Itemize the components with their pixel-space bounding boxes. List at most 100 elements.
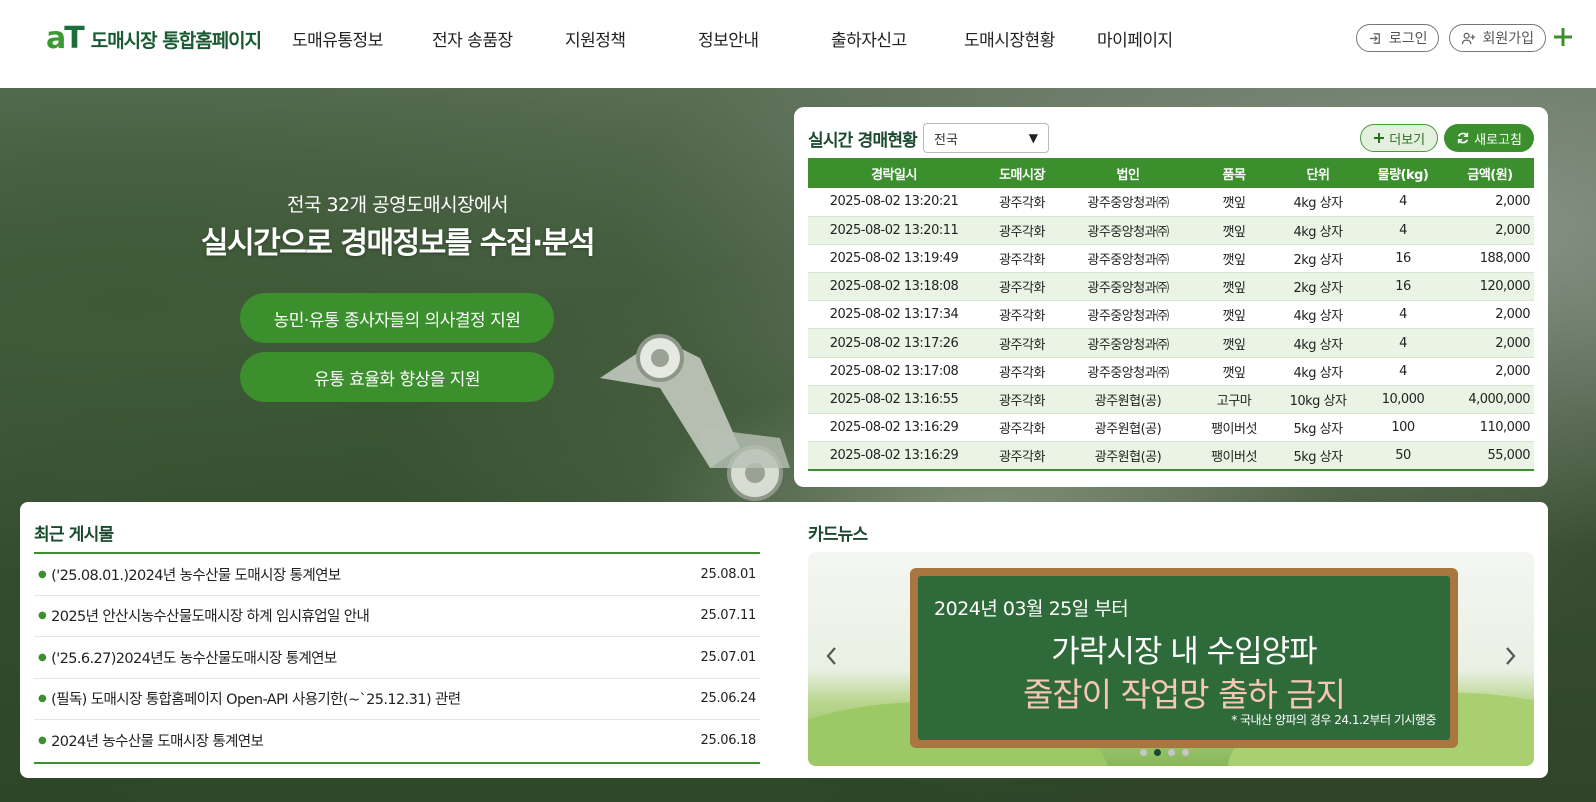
card-news-slide[interactable]: 2024년 03월 25일 부터 가락시장 내 수입양파 줄잡이 작업망 출하 … — [808, 552, 1534, 766]
auction-table: 경락일시 도매시장 법인 품목 단위 물량(kg) 금액(원) 2025-08-… — [808, 158, 1534, 471]
cell-corporation: 광주중앙청과㈜ — [1064, 216, 1192, 245]
add-user-icon — [1462, 32, 1476, 44]
login-icon — [1369, 32, 1380, 44]
post-date: 25.06.24 — [700, 691, 757, 707]
site-header: aT 도매시장 통합홈페이지 도매유통정보 전자 송품장 지원정책 정보안내 출… — [0, 0, 1596, 88]
bottom-panel: 최근 게시물 ● ('25.08.01.)2024년 농수산물 도매시장 통계연보… — [20, 502, 1548, 778]
cell-time: 2025-08-02 13:20:11 — [808, 216, 980, 245]
cell-quantity: 4 — [1360, 357, 1446, 386]
cell-time: 2025-08-02 13:16:29 — [808, 413, 980, 443]
cell-item: 깻잎 — [1192, 216, 1276, 245]
table-row: 2025-08-02 13:16:29 광주각화 광주원협(공) 팽이버섯 5kg 상자… — [808, 413, 1534, 443]
cell-corporation: 광주원협(공) — [1064, 413, 1192, 443]
col-header-market: 도매시장 — [980, 158, 1064, 188]
cell-unit: 4kg 상자 — [1276, 328, 1360, 358]
table-row: 2025-08-02 13:17:26 광주각화 광주중앙청과㈜ 깻잎 4kg 상자 4 2… — [808, 328, 1534, 358]
post-title: ('25.6.27)2024년도 농수산물도매시장 통계연보 — [51, 650, 337, 667]
login-label: 로그인 — [1388, 31, 1428, 47]
cell-time: 2025-08-02 13:17:08 — [808, 357, 980, 386]
cell-item: 깻잎 — [1192, 300, 1276, 330]
nav-item-shipper-report[interactable]: 출하자신고 — [831, 26, 964, 51]
list-item[interactable]: ● 2024년 농수산물 도매시장 통계연보 25.06.18 — [34, 720, 760, 762]
cell-amount: 188,000 — [1446, 244, 1534, 274]
cell-corporation: 광주중앙청과㈜ — [1064, 188, 1192, 217]
auction-panel-header: 실시간 경매현황 전국 ▼ 더보기 새로고침 — [808, 123, 1534, 153]
cell-amount: 4,000,000 — [1446, 385, 1534, 415]
cell-market: 광주각화 — [980, 385, 1064, 415]
slide-dot[interactable] — [1168, 749, 1175, 756]
refresh-button[interactable]: 새로고침 — [1444, 124, 1534, 152]
cell-amount: 2,000 — [1446, 300, 1534, 330]
plus-icon — [1374, 133, 1385, 143]
all-menu-plus-icon[interactable] — [1552, 26, 1574, 48]
hero-button-efficiency[interactable]: 유통 효율화 향상을 지원 — [240, 352, 554, 402]
auction-actions: 더보기 새로고침 — [1360, 124, 1534, 152]
list-item[interactable]: ● 2025년 안산시농수산물도매시장 하계 임시휴업일 안내 25.07.11 — [34, 596, 760, 637]
hero-subtitle: 전국 32개 공영도매시장에서 — [286, 194, 509, 216]
cell-corporation: 광주원협(공) — [1064, 441, 1192, 471]
cell-quantity: 4 — [1360, 216, 1446, 245]
cell-item: 고구마 — [1192, 385, 1276, 415]
realtime-auction-panel: 실시간 경매현황 전국 ▼ 더보기 새로고침 경락일시 도매시장 법인 품목 단… — [794, 107, 1548, 487]
cell-time: 2025-08-02 13:18:08 — [808, 272, 980, 302]
cell-corporation: 광주중앙청과㈜ — [1064, 272, 1192, 302]
table-row: 2025-08-02 13:17:34 광주각화 광주중앙청과㈜ 깻잎 4kg 상자 4 2… — [808, 300, 1534, 330]
cell-unit: 2kg 상자 — [1276, 272, 1360, 302]
list-item[interactable]: ● ('25.6.27)2024년도 농수산물도매시장 통계연보 25.07.01 — [34, 637, 760, 679]
hero-button-decision-support[interactable]: 농민·유통 종사자들의 의사결정 지원 — [240, 293, 554, 343]
slide-dot-active[interactable] — [1154, 749, 1161, 756]
nav-item-e-invoice[interactable]: 전자 송품장 — [432, 26, 565, 51]
main-nav: 도매유통정보 전자 송품장 지원정책 정보안내 출하자신고 도매시장현황 마이페… — [292, 26, 1230, 51]
post-title: 2024년 농수산물 도매시장 통계연보 — [51, 734, 264, 751]
cell-corporation: 광주중앙청과㈜ — [1064, 357, 1192, 386]
cell-quantity: 16 — [1360, 244, 1446, 274]
recent-posts-title: 최근 게시물 — [34, 525, 114, 545]
cell-unit: 5kg 상자 — [1276, 413, 1360, 443]
cell-item: 팽이버섯 — [1192, 441, 1276, 471]
cell-amount: 2,000 — [1446, 216, 1534, 245]
col-header-unit: 단위 — [1276, 158, 1360, 188]
chevron-left-icon[interactable] — [822, 644, 842, 668]
cell-market: 광주각화 — [980, 300, 1064, 330]
nav-item-information[interactable]: 정보안내 — [698, 26, 831, 51]
nav-item-mypage[interactable]: 마이페이지 — [1097, 26, 1230, 51]
card-news-section: 카드뉴스 2024년 03월 25일 부터 가락시장 내 수입양파 줄잡이 작업… — [808, 520, 1534, 766]
post-date: 25.07.11 — [700, 608, 757, 624]
bullet-icon: ● — [38, 693, 47, 705]
post-title: 2025년 안산시농수산물도매시장 하계 임시휴업일 안내 — [51, 609, 370, 626]
cell-time: 2025-08-02 13:17:34 — [808, 300, 980, 330]
bullet-icon: ● — [38, 610, 47, 622]
region-select[interactable]: 전국 ▼ — [923, 123, 1049, 153]
table-row: 2025-08-02 13:20:11 광주각화 광주중앙청과㈜ 깻잎 4kg 상자 4 2… — [808, 216, 1534, 245]
cell-unit: 5kg 상자 — [1276, 441, 1360, 471]
cell-time: 2025-08-02 13:16:55 — [808, 385, 980, 415]
table-row: 2025-08-02 13:20:21 광주각화 광주중앙청과㈜ 깻잎 4kg 상자 4 2… — [808, 188, 1534, 217]
nav-item-support-policy[interactable]: 지원정책 — [565, 26, 698, 51]
more-button[interactable]: 더보기 — [1360, 124, 1439, 152]
signup-button[interactable]: 회원가입 — [1449, 24, 1546, 52]
at-logo-mark: aT — [46, 21, 85, 56]
nav-item-wholesale-info[interactable]: 도매유통정보 — [292, 26, 432, 51]
cell-market: 광주각화 — [980, 328, 1064, 358]
login-button[interactable]: 로그인 — [1355, 24, 1440, 52]
cell-unit: 4kg 상자 — [1276, 357, 1360, 386]
post-date: 25.07.01 — [700, 649, 757, 665]
slide-dot[interactable] — [1140, 749, 1147, 756]
signup-label: 회원가입 — [1482, 31, 1534, 47]
col-header-item: 품목 — [1192, 158, 1276, 188]
recent-posts-section: 최근 게시물 ● ('25.08.01.)2024년 농수산물 도매시장 통계연보… — [34, 520, 760, 764]
nav-item-market-status[interactable]: 도매시장현황 — [964, 26, 1097, 51]
cell-quantity: 4 — [1360, 328, 1446, 358]
cell-time: 2025-08-02 13:20:21 — [808, 188, 980, 217]
dropdown-triangle-icon: ▼ — [1028, 131, 1038, 145]
cell-corporation: 광주원협(공) — [1064, 385, 1192, 415]
list-item[interactable]: ● (필독) 도매시장 통합홈페이지 Open-API 사용기한(~`25.12.… — [34, 679, 760, 720]
refresh-icon — [1457, 132, 1469, 144]
card-date-text: 2024년 03월 25일 부터 — [934, 598, 1129, 620]
card-headline-2: 줄잡이 작업망 출하 금지 — [1022, 675, 1346, 714]
cell-quantity: 4 — [1360, 188, 1446, 217]
site-logo[interactable]: aT 도매시장 통합홈페이지 — [46, 21, 262, 56]
slide-dot[interactable] — [1182, 749, 1189, 756]
list-item[interactable]: ● ('25.08.01.)2024년 농수산물 도매시장 통계연보 25.08.0… — [34, 554, 760, 596]
chevron-right-icon[interactable] — [1500, 644, 1520, 668]
